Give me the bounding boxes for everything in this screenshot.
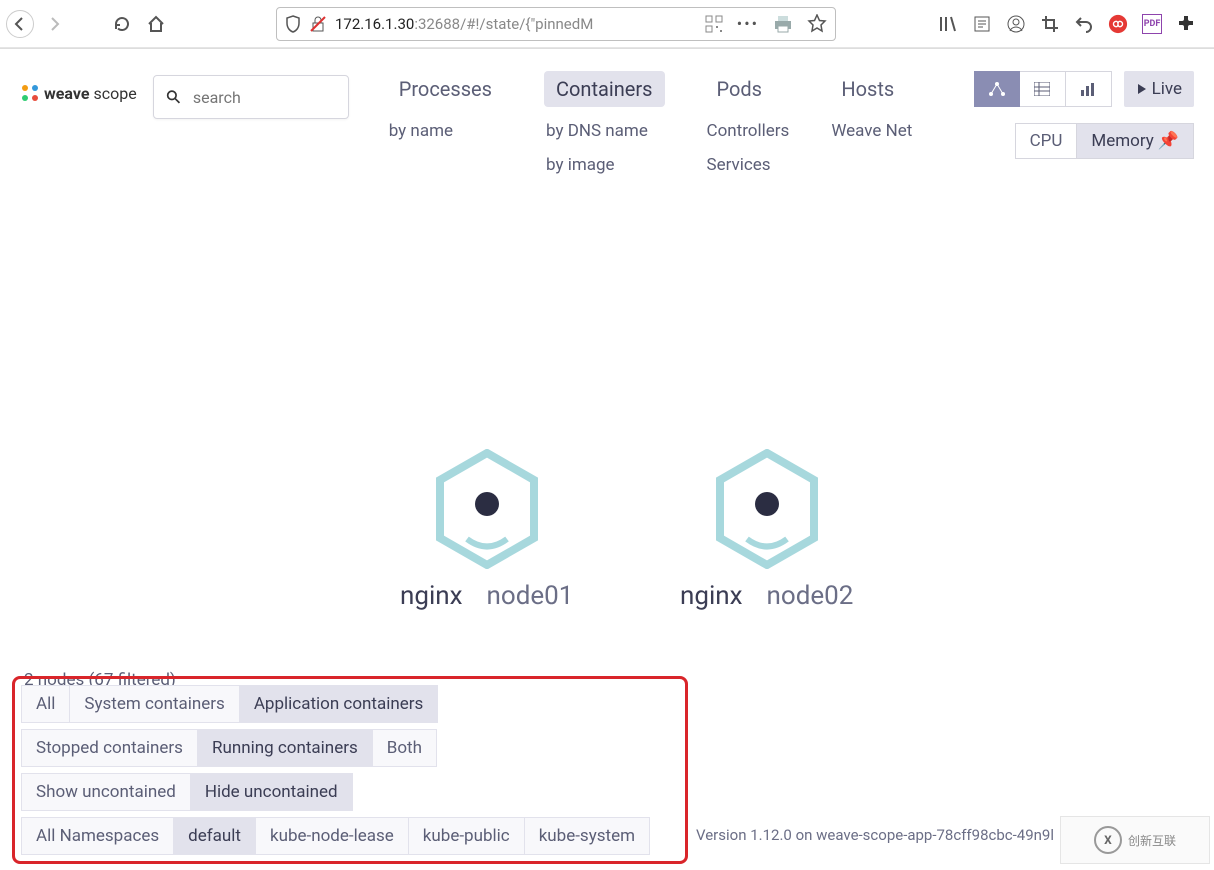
undo-icon[interactable]: [1074, 14, 1094, 34]
sub-services[interactable]: Services: [705, 155, 790, 175]
filter-stopped[interactable]: Stopped containers: [21, 729, 198, 767]
home-button[interactable]: [142, 10, 170, 38]
sub-by-image[interactable]: by image: [544, 155, 665, 175]
filter-both[interactable]: Both: [373, 729, 437, 767]
view-table-button[interactable]: [1020, 71, 1066, 107]
app-logo: weavescope: [20, 83, 137, 103]
filter-ns-kube-public[interactable]: kube-public: [409, 817, 525, 855]
topology-nav: Processes by name Containers by DNS name…: [387, 71, 913, 175]
version-label: Version 1.12.0 on weave-scope-app-78cff9…: [696, 826, 1054, 844]
sub-weave-net[interactable]: Weave Net: [829, 121, 912, 141]
account-icon[interactable]: [1006, 14, 1026, 34]
tab-processes[interactable]: Processes: [387, 71, 504, 107]
extensions-icon[interactable]: [1176, 14, 1196, 34]
filter-row-uncontained: Show uncontained Hide uncontained: [21, 773, 679, 811]
star-icon[interactable]: [807, 14, 827, 34]
view-resources-button[interactable]: [1066, 71, 1112, 107]
view-graph-button[interactable]: [974, 71, 1020, 107]
tab-pods[interactable]: Pods: [705, 71, 790, 107]
filter-row-namespace: All Namespaces default kube-node-lease k…: [21, 817, 679, 855]
infinity-icon[interactable]: [1108, 14, 1128, 34]
filter-system-containers[interactable]: System containers: [70, 685, 239, 723]
filter-ns-all[interactable]: All Namespaces: [21, 817, 174, 855]
sub-by-dns-name[interactable]: by DNS name: [544, 121, 665, 141]
weave-logo-icon: [20, 83, 40, 103]
search-input[interactable]: [193, 88, 336, 107]
printer-icon[interactable]: [773, 15, 793, 33]
graph-icon: [988, 81, 1006, 97]
node-label-minor: node02: [767, 581, 854, 611]
filter-ns-kube-system[interactable]: kube-system: [525, 817, 650, 855]
filter-show-uncontained[interactable]: Show uncontained: [21, 773, 191, 811]
filters-panel: All System containers Application contai…: [12, 676, 688, 864]
reader-icon[interactable]: [972, 14, 992, 34]
node-label-minor: node01: [487, 581, 574, 611]
filter-all[interactable]: All: [21, 685, 70, 723]
tab-containers[interactable]: Containers: [544, 71, 665, 107]
pdf-icon[interactable]: PDF: [1142, 14, 1162, 34]
filter-row-container-type: All System containers Application contai…: [21, 685, 679, 723]
back-button[interactable]: [6, 10, 34, 38]
filter-ns-default[interactable]: default: [174, 817, 256, 855]
play-icon: [1136, 83, 1148, 95]
node-nginx-node01[interactable]: nginx node01: [400, 449, 573, 611]
qr-icon[interactable]: [705, 15, 723, 33]
filter-hide-uncontained[interactable]: Hide uncontained: [191, 773, 353, 811]
node-nginx-node02[interactable]: nginx node02: [680, 449, 853, 611]
watermark: X 创新互联: [1060, 816, 1210, 864]
search-box[interactable]: [153, 75, 349, 119]
metric-cpu-button[interactable]: CPU: [1015, 123, 1078, 159]
url-bar[interactable]: 172.16.1.30:32688/#!/state/{"pinnedM •••: [276, 7, 836, 41]
node-label-major: nginx: [400, 581, 463, 611]
sub-controllers[interactable]: Controllers: [705, 121, 790, 141]
meatballs-icon[interactable]: •••: [737, 14, 759, 33]
reload-button[interactable]: [108, 10, 136, 38]
filter-row-state: Stopped containers Running containers Bo…: [21, 729, 679, 767]
forward-button[interactable]: [40, 10, 68, 38]
pin-icon: 📌: [1158, 131, 1179, 151]
sub-by-name[interactable]: by name: [387, 121, 504, 141]
lock-strike-icon: [309, 15, 327, 33]
table-icon: [1034, 82, 1050, 96]
library-icon[interactable]: [938, 14, 958, 34]
filter-application-containers[interactable]: Application containers: [240, 685, 438, 723]
bars-icon: [1080, 82, 1096, 96]
filter-running[interactable]: Running containers: [198, 729, 373, 767]
browser-toolbar: 172.16.1.30:32688/#!/state/{"pinnedM •••…: [0, 0, 1214, 48]
live-button[interactable]: Live: [1124, 71, 1194, 107]
url-text: 172.16.1.30:32688/#!/state/{"pinnedM: [335, 15, 697, 33]
filter-ns-kube-node-lease[interactable]: kube-node-lease: [256, 817, 409, 855]
search-icon: [166, 88, 181, 106]
shield-icon: [285, 15, 301, 33]
metric-memory-button[interactable]: Memory📌: [1077, 123, 1194, 159]
crop-icon[interactable]: [1040, 14, 1060, 34]
tab-hosts[interactable]: Hosts: [829, 71, 912, 107]
node-label-major: nginx: [680, 581, 743, 611]
